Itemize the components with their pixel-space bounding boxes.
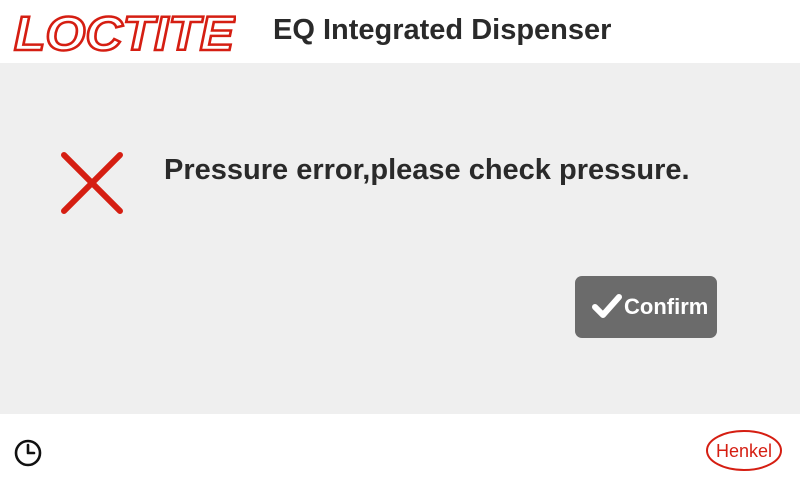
svg-text:Henkel: Henkel bbox=[716, 441, 772, 461]
checkmark-icon bbox=[592, 294, 622, 318]
footer-bar: Henkel bbox=[0, 414, 800, 480]
error-x-icon bbox=[61, 152, 123, 214]
clock-icon[interactable] bbox=[13, 438, 43, 468]
confirm-button-label: Confirm bbox=[624, 294, 709, 319]
header-bar: LOCTITE EQ Integrated Dispenser bbox=[0, 0, 800, 63]
app-title: EQ Integrated Dispenser bbox=[273, 14, 612, 46]
loctite-logo: LOCTITE bbox=[13, 9, 236, 55]
confirm-button[interactable]: Confirm bbox=[575, 276, 717, 338]
error-message: Pressure error,please check pressure. bbox=[164, 154, 690, 186]
svg-text:LOCTITE: LOCTITE bbox=[14, 9, 236, 55]
error-dialog-panel bbox=[0, 63, 800, 414]
henkel-logo: Henkel bbox=[706, 430, 782, 471]
